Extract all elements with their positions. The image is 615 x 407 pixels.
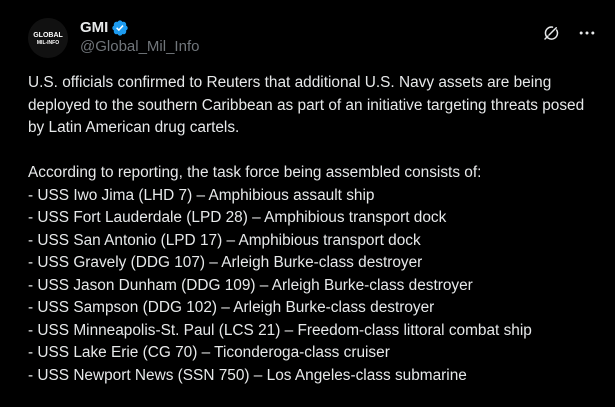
tweet-header: GLOBAL MIL-INFO GMI @Global_Mil_Info: [28, 18, 597, 58]
list-item: - USS Sampson (DDG 102) – Arleigh Burke-…: [28, 299, 435, 316]
avatar-text-bottom: MIL-INFO: [37, 40, 59, 46]
tweet-paragraph-intro: U.S. officials confirmed to Reuters that…: [28, 74, 585, 136]
grok-icon[interactable]: [541, 23, 561, 43]
more-options-icon[interactable]: [577, 23, 597, 43]
tweet-card: GLOBAL MIL-INFO GMI @Global_Mil_Info U.S…: [0, 0, 615, 407]
name-row: GMI: [80, 18, 199, 37]
list-item: - USS Iwo Jima (LHD 7) – Amphibious assa…: [28, 186, 375, 204]
ship-list: - USS Iwo Jima (LHD 7) – Amphibious assa…: [28, 185, 603, 388]
author-info: GMI @Global_Mil_Info: [80, 18, 199, 56]
tweet-text: U.S. officials confirmed to Reuters that…: [28, 72, 603, 387]
list-item: - USS Jason Dunham (DDG 109) – Arleigh B…: [28, 276, 473, 294]
header-actions: [541, 18, 597, 48]
avatar-logo-icon: GLOBAL MIL-INFO: [28, 18, 68, 58]
list-item: - USS San Antonio (LPD 17) – Amphibious …: [28, 231, 421, 249]
list-item: - USS Lake Erie (CG 70) – Ticonderoga-cl…: [28, 344, 390, 361]
verified-badge-icon: [111, 19, 129, 37]
list-item: - USS Newport News (SSN 750) – Los Angel…: [28, 366, 467, 384]
tweet-paragraph-task-force: According to reporting, the task force b…: [28, 164, 482, 181]
list-item: - USS Fort Lauderdale (LPD 28) – Amphibi…: [28, 209, 447, 226]
display-name[interactable]: GMI: [80, 18, 108, 37]
list-item: - USS Gravely (DDG 107) – Arleigh Burke-…: [28, 254, 423, 271]
list-item: - USS Minneapolis-St. Paul (LCS 21) – Fr…: [28, 321, 532, 339]
avatar[interactable]: GLOBAL MIL-INFO: [28, 18, 68, 58]
avatar-text-top: GLOBAL: [33, 32, 63, 39]
author-handle[interactable]: @Global_Mil_Info: [80, 37, 199, 56]
